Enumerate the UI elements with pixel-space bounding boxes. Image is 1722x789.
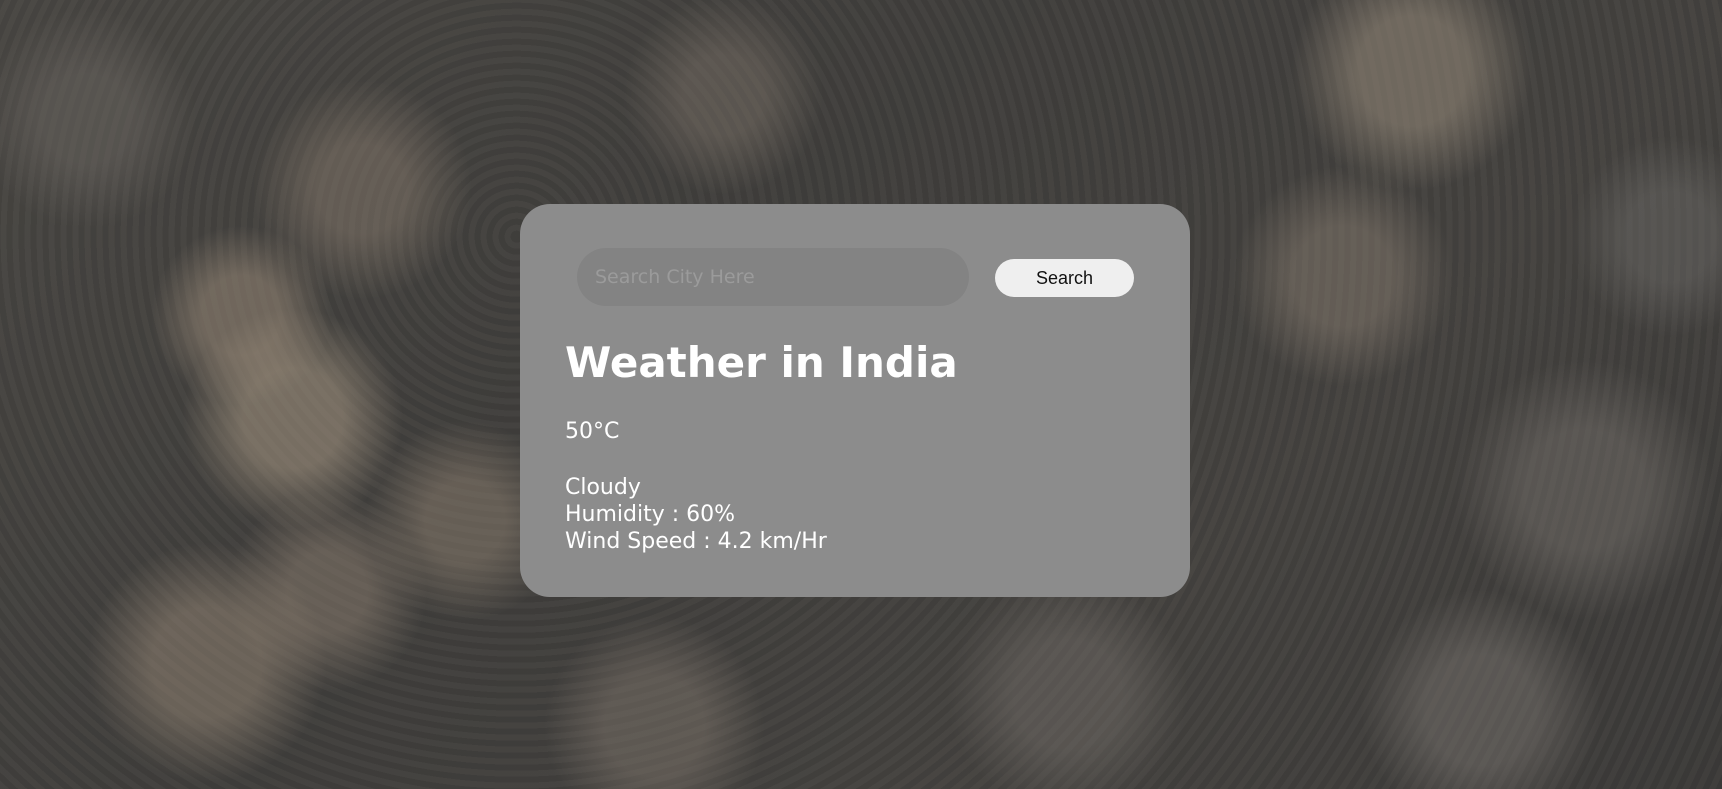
weather-details: Cloudy Humidity : 60% Wind Speed : 4.2 k… [565, 474, 827, 555]
city-search-input[interactable] [577, 248, 969, 306]
weather-condition: Cloudy [565, 475, 641, 500]
wind-speed-text: Wind Speed : 4.2 km/Hr [565, 529, 827, 554]
weather-title: Weather in India [565, 338, 958, 387]
temperature-value: 50°C [565, 419, 620, 444]
weather-card: Search Weather in India 50°C Cloudy Humi… [520, 204, 1190, 597]
search-button[interactable]: Search [995, 259, 1134, 297]
humidity-text: Humidity : 60% [565, 502, 736, 527]
